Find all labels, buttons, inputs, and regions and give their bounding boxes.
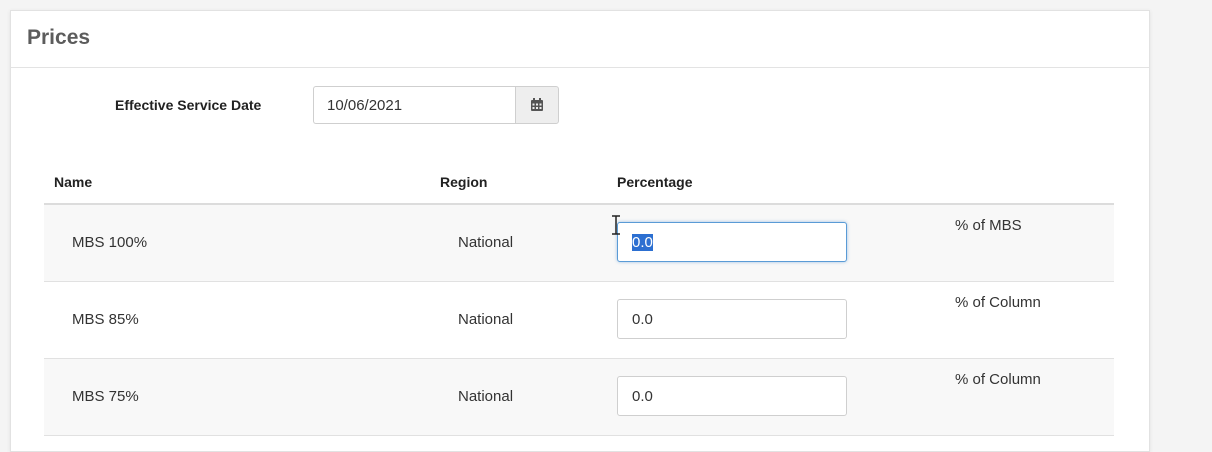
panel-header: Prices	[11, 11, 1149, 68]
effective-service-date-label: Effective Service Date	[115, 97, 262, 113]
panel-title: Prices	[27, 26, 91, 49]
percentage-input[interactable]	[617, 222, 847, 262]
table-row: MBS 85% National % of Column	[44, 282, 1114, 359]
calendar-button[interactable]	[515, 86, 559, 124]
row-name: MBS 75%	[72, 388, 139, 405]
column-header-name: Name	[54, 174, 93, 190]
effective-service-date-group	[313, 86, 559, 124]
percentage-input[interactable]	[617, 376, 847, 416]
row-region: National	[458, 234, 514, 251]
effective-service-date-input[interactable]	[313, 86, 515, 124]
calendar-icon	[531, 98, 543, 111]
row-unit: % of Column	[955, 294, 1041, 311]
table-row: MBS 75% National % of Column	[44, 359, 1114, 436]
column-header-percentage: Percentage	[617, 174, 693, 190]
row-region: National	[458, 388, 514, 405]
percentage-input[interactable]	[617, 299, 847, 339]
text-cursor-icon	[612, 215, 620, 235]
row-unit: % of MBS	[955, 217, 1022, 234]
row-region: National	[458, 311, 514, 328]
table-row: MBS 100% National % of MBS	[44, 205, 1114, 282]
column-header-region: Region	[440, 174, 488, 190]
row-name: MBS 85%	[72, 311, 139, 328]
row-unit: % of Column	[955, 371, 1041, 388]
row-name: MBS 100%	[72, 234, 148, 251]
prices-panel: Prices Effective Service Date Name Regio…	[10, 10, 1150, 452]
